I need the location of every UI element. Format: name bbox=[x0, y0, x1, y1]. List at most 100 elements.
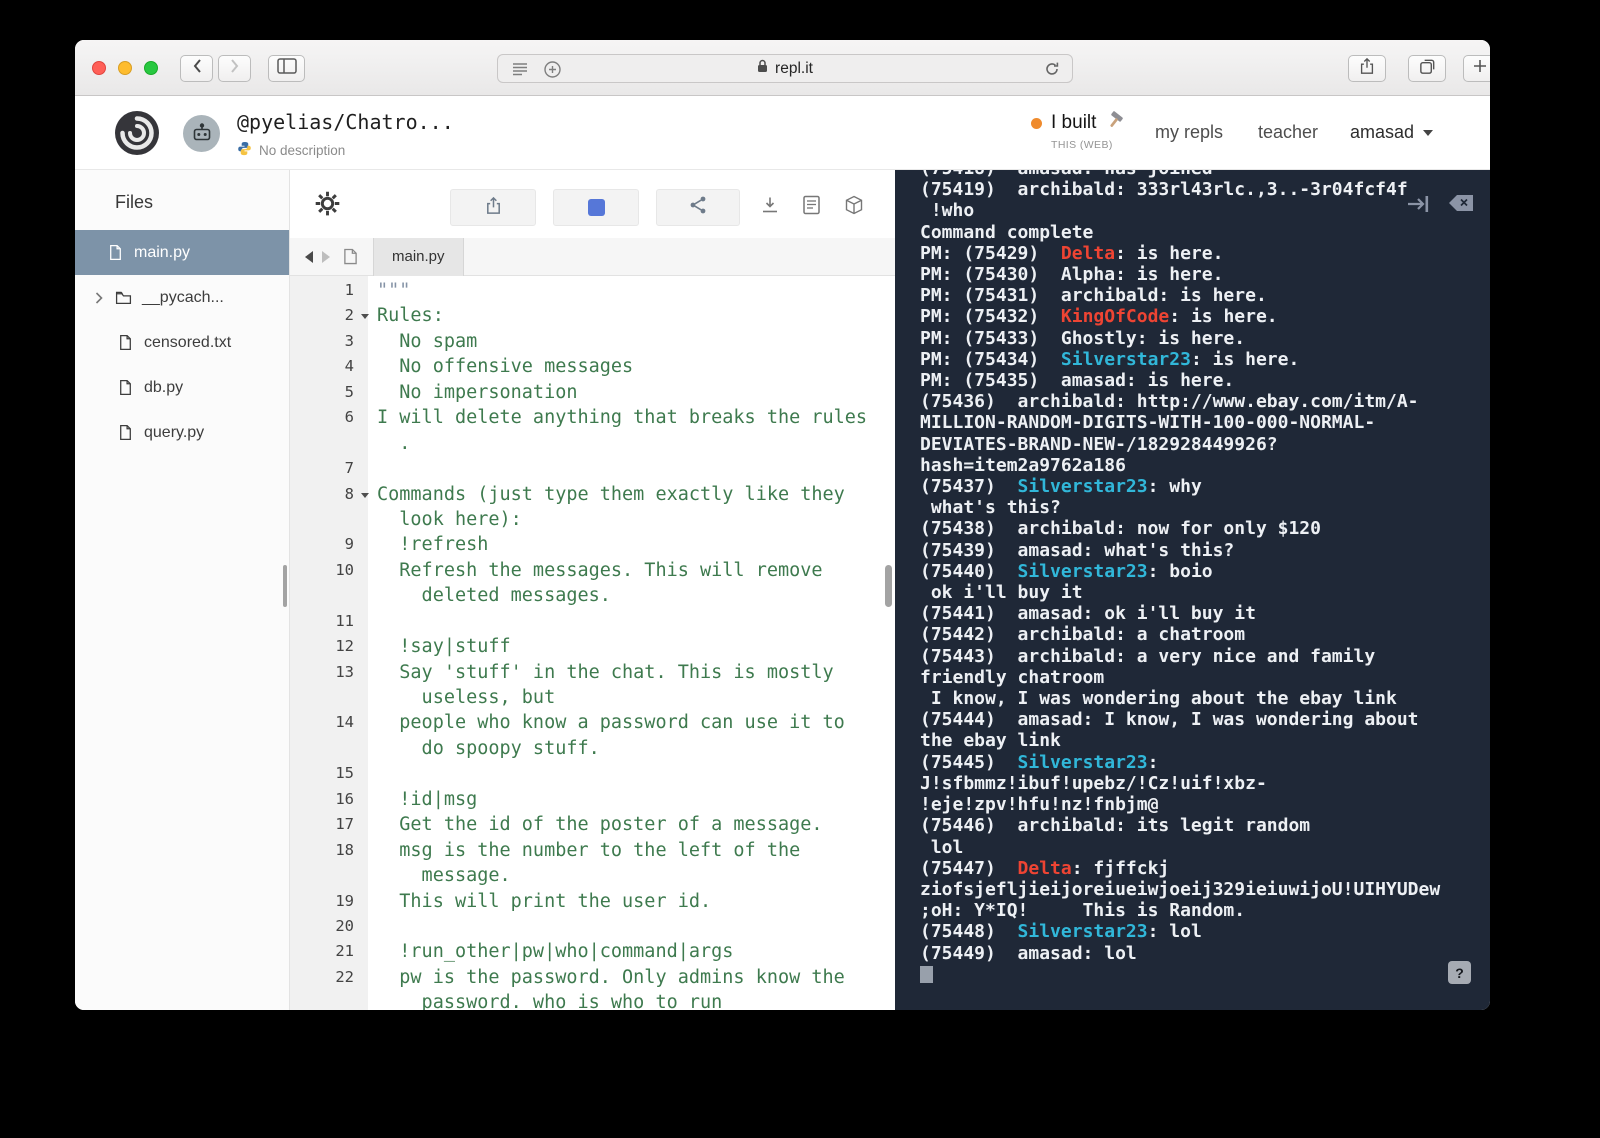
code-line-15[interactable]: 15 bbox=[290, 761, 895, 786]
code-line-wrap[interactable]: deleted messages. bbox=[290, 583, 895, 608]
code-line-2[interactable]: 2 Rules: bbox=[290, 303, 895, 328]
console-line: (75436) archibald: http://www.ebay.com/i… bbox=[920, 391, 1419, 413]
console-clear-icon[interactable] bbox=[1448, 194, 1474, 217]
file-item-query-py[interactable]: query.py bbox=[75, 410, 289, 455]
refresh-icon[interactable] bbox=[1044, 61, 1060, 82]
editor-toolbar bbox=[290, 170, 895, 238]
tabs-icon bbox=[1418, 57, 1437, 81]
code-line-wrap[interactable]: message. bbox=[290, 863, 895, 888]
code-line-10[interactable]: 10 Refresh the messages. This will remov… bbox=[290, 558, 895, 583]
code-line-11[interactable]: 11 bbox=[290, 609, 895, 634]
code-line-9[interactable]: 9 !refresh bbox=[290, 532, 895, 557]
nav-my-repls[interactable]: my repls bbox=[1155, 122, 1223, 143]
tab-scroll-right-icon[interactable] bbox=[322, 250, 330, 263]
code-editor[interactable]: 1 """ 2 Rules: 3 No spam 4 No offensive messa… bbox=[290, 276, 895, 1010]
window-minimize-button[interactable] bbox=[118, 61, 132, 75]
code-line-14[interactable]: 14 people who know a password can use it… bbox=[290, 710, 895, 735]
console-line: (75441) amasad: ok i'll buy it bbox=[920, 603, 1256, 625]
tab-scroll-left-icon[interactable] bbox=[305, 250, 313, 263]
editor-scrollbar[interactable] bbox=[885, 565, 892, 607]
console-input-icon[interactable] bbox=[1406, 194, 1430, 219]
document-icon[interactable] bbox=[802, 195, 821, 220]
package-cube-icon[interactable] bbox=[844, 195, 864, 220]
code-line-6[interactable]: 6I will delete anything that breaks the … bbox=[290, 405, 895, 430]
window-zoom-button[interactable] bbox=[144, 61, 158, 75]
code-line-wrap[interactable]: look here): bbox=[290, 507, 895, 532]
console-line: (75439) amasad: what's this? bbox=[920, 539, 1235, 561]
console-line: PM: (75430) Alpha: is here. bbox=[920, 264, 1224, 286]
forward-button[interactable] bbox=[218, 55, 251, 82]
stop-icon bbox=[587, 199, 605, 216]
nav-teacher[interactable]: teacher bbox=[1258, 122, 1318, 143]
fold-caret-icon[interactable] bbox=[354, 482, 377, 507]
code-line-wrap[interactable]: password. who is who to run bbox=[290, 990, 895, 1010]
console-line: (75438) archibald: now for only $120 bbox=[920, 518, 1321, 540]
console-cursor[interactable] bbox=[920, 966, 933, 984]
code-line-7[interactable]: 7 bbox=[290, 456, 895, 481]
code-line-21[interactable]: 21 !run_other|pw|who|command|args bbox=[290, 939, 895, 964]
code-line-19[interactable]: 19 This will print the user id. bbox=[290, 889, 895, 914]
browser-toolbar: repl.it bbox=[75, 40, 1490, 96]
code-line-13[interactable]: 13 Say 'stuff' in the chat. This is most… bbox=[290, 660, 895, 685]
code-line-20[interactable]: 20 bbox=[290, 914, 895, 939]
file-list: main.py __pycach... censored.txt db.py query… bbox=[75, 230, 289, 455]
share-button[interactable] bbox=[1348, 55, 1386, 82]
files-title: Files bbox=[115, 192, 154, 212]
code-line-18[interactable]: 18 msg is the number to the left of the bbox=[290, 838, 895, 863]
code-line-1[interactable]: 1 """ bbox=[290, 278, 895, 303]
code-line-wrap[interactable]: useless, but bbox=[290, 685, 895, 710]
lock-icon bbox=[757, 59, 768, 78]
gear-icon[interactable] bbox=[314, 190, 341, 222]
browser-window: repl.it @pyelias/Chatro... No descriptio… bbox=[75, 40, 1490, 1010]
code-line-4[interactable]: 4 No offensive messages bbox=[290, 354, 895, 379]
new-tab-button[interactable] bbox=[1463, 55, 1490, 82]
file-icon bbox=[117, 379, 134, 396]
file-icon bbox=[117, 334, 134, 351]
files-panel: Files main.py __pycach... censored.txt db.p… bbox=[75, 170, 290, 1010]
code-line-wrap[interactable]: . bbox=[290, 431, 895, 456]
sidebar-toggle-button[interactable] bbox=[268, 55, 305, 82]
back-button[interactable] bbox=[180, 55, 213, 82]
console-line: PM: (75432) KingOfCode: is here. bbox=[920, 306, 1278, 328]
code-line-17[interactable]: 17 Get the id of the poster of a message… bbox=[290, 812, 895, 837]
console-line: MILLION-RANDOM-DIGITS-WITH-100-000-NORMA… bbox=[920, 412, 1376, 434]
tab-overview-button[interactable] bbox=[1408, 55, 1446, 82]
console-panel[interactable]: (75418) amasad: has joined(75419) archib… bbox=[895, 170, 1490, 1010]
console-line: (75443) archibald: a very nice and famil… bbox=[920, 645, 1376, 667]
file-item-censored-txt[interactable]: censored.txt bbox=[75, 320, 289, 365]
stop-button[interactable] bbox=[553, 189, 639, 226]
download-icon[interactable] bbox=[760, 195, 780, 220]
code-line-3[interactable]: 3 No spam bbox=[290, 329, 895, 354]
avatar bbox=[183, 115, 220, 152]
window-close-button[interactable] bbox=[92, 61, 106, 75]
file-name: db.py bbox=[144, 378, 184, 396]
file-item-db-py[interactable]: db.py bbox=[75, 365, 289, 410]
export-button[interactable] bbox=[450, 189, 536, 226]
user-menu[interactable]: amasad bbox=[1350, 122, 1434, 143]
help-button[interactable]: ? bbox=[1448, 961, 1471, 984]
tab-main-py[interactable]: main.py bbox=[373, 237, 464, 276]
file-item-pycach[interactable]: __pycach... bbox=[75, 275, 289, 320]
file-icon bbox=[117, 424, 134, 441]
reader-icon[interactable] bbox=[512, 62, 528, 81]
code-line-5[interactable]: 5 No impersonation bbox=[290, 380, 895, 405]
file-item-main-py[interactable]: main.py bbox=[75, 230, 289, 275]
files-scrollbar[interactable] bbox=[283, 565, 287, 607]
code-line-8[interactable]: 8 Commands (just type them exactly like t… bbox=[290, 482, 895, 507]
address-bar[interactable]: repl.it bbox=[497, 54, 1073, 83]
fold-caret-icon[interactable] bbox=[354, 303, 377, 328]
i-built-this[interactable]: I built THIS (WEB) bbox=[1031, 109, 1127, 151]
code-line-22[interactable]: 22 pw is the password. Only admins know … bbox=[290, 965, 895, 990]
code-line-12[interactable]: 12 !say|stuff bbox=[290, 634, 895, 659]
share-repl-button[interactable] bbox=[656, 189, 740, 226]
console-line: Command complete bbox=[920, 221, 1094, 243]
python-icon bbox=[237, 141, 252, 159]
code-line-wrap[interactable]: do spoopy stuff. bbox=[290, 736, 895, 761]
console-lines: (75418) amasad: has joined(75419) archib… bbox=[920, 170, 1480, 985]
circle-plus-icon[interactable] bbox=[544, 61, 561, 83]
console-line: (75437) Silverstar23: why bbox=[920, 476, 1202, 498]
export-icon bbox=[484, 195, 503, 221]
console-line: PM: (75431) archibald: is here. bbox=[920, 285, 1267, 307]
share-icon bbox=[1358, 56, 1376, 81]
code-line-16[interactable]: 16 !id|msg bbox=[290, 787, 895, 812]
